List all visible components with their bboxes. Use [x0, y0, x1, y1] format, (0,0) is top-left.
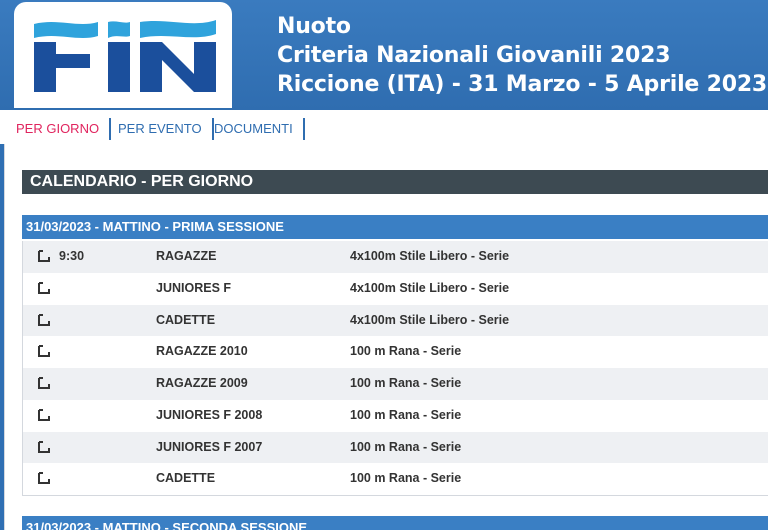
expand-corner-icon[interactable]: [37, 376, 51, 390]
fin-logo-icon: [34, 20, 216, 92]
row-event[interactable]: 4x100m Stile Libero - Serie: [350, 281, 509, 295]
row-event[interactable]: 100 m Rana - Serie: [350, 440, 461, 454]
main-content: CALENDARIO - PER GIORNO 31/03/2023 - MAT…: [4, 144, 768, 530]
row-event[interactable]: 100 m Rana - Serie: [350, 471, 461, 485]
session-table: 9:30 RAGAZZE 4x100m Stile Libero - Serie JU…: [22, 241, 768, 496]
session-header: 31/03/2023 - MATTINO - SECONDA SESSIONE: [22, 516, 768, 530]
table-row: CADETTE 4x100m Stile Libero - Serie: [23, 304, 768, 337]
expand-corner-icon[interactable]: [37, 249, 51, 263]
row-event[interactable]: 100 m Rana - Serie: [350, 344, 461, 358]
table-row: JUNIORES F 2008 100 m Rana - Serie: [23, 399, 768, 432]
table-row: CADETTE 100 m Rana - Serie: [23, 463, 768, 495]
expand-corner-icon[interactable]: [37, 440, 51, 454]
row-category: JUNIORES F 2008: [156, 407, 263, 422]
table-row: JUNIORES F 2007 100 m Rana - Serie: [23, 431, 768, 464]
row-category: JUNIORES F 2007: [156, 439, 263, 454]
row-category: JUNIORES F: [156, 280, 232, 295]
row-event[interactable]: 100 m Rana - Serie: [350, 408, 461, 422]
expand-corner-icon[interactable]: [37, 313, 51, 327]
session-header: 31/03/2023 - MATTINO - PRIMA SESSIONE: [22, 215, 768, 239]
row-category: CADETTE: [156, 312, 216, 327]
table-row: JUNIORES F 4x100m Stile Libero - Serie: [23, 272, 768, 305]
page-header: Nuoto Criteria Nazionali Giovanili 2023 …: [0, 0, 768, 110]
expand-corner-icon[interactable]: [37, 344, 51, 358]
event-location-dates: Riccione (ITA) - 31 Marzo - 5 Aprile 202…: [277, 72, 768, 97]
nav-per-evento[interactable]: PER EVENTO: [116, 118, 214, 140]
competition-title: Nuoto Criteria Nazionali Giovanili 2023 …: [277, 12, 767, 99]
table-row: 9:30 RAGAZZE 4x100m Stile Libero - Serie: [23, 241, 768, 273]
table-row: RAGAZZE 2009 100 m Rana - Serie: [23, 368, 768, 400]
row-category: CADETTE: [156, 471, 216, 486]
sport-name: Nuoto: [277, 14, 351, 39]
row-event[interactable]: 4x100m Stile Libero - Serie: [350, 249, 509, 263]
row-event[interactable]: 4x100m Stile Libero - Serie: [350, 313, 509, 327]
main-nav: PER GIORNO PER EVENTO DOCUMENTI: [0, 110, 768, 144]
row-category: RAGAZZE: [156, 249, 217, 263]
row-time: 9:30: [59, 249, 85, 263]
row-category: RAGAZZE 2009: [156, 376, 248, 390]
nav-per-giorno[interactable]: PER GIORNO: [14, 118, 112, 140]
calendar-title: CALENDARIO - PER GIORNO: [22, 170, 768, 194]
expand-corner-icon[interactable]: [37, 471, 51, 485]
expand-corner-icon[interactable]: [37, 281, 51, 295]
table-row: RAGAZZE 2010 100 m Rana - Serie: [23, 336, 768, 368]
nav-documenti[interactable]: DOCUMENTI: [212, 118, 305, 140]
row-event[interactable]: 100 m Rana - Serie: [350, 376, 461, 390]
event-name: Criteria Nazionali Giovanili 2023: [277, 43, 671, 68]
row-category: RAGAZZE 2010: [156, 344, 248, 359]
fin-logo[interactable]: [14, 2, 232, 108]
expand-corner-icon[interactable]: [37, 408, 51, 422]
